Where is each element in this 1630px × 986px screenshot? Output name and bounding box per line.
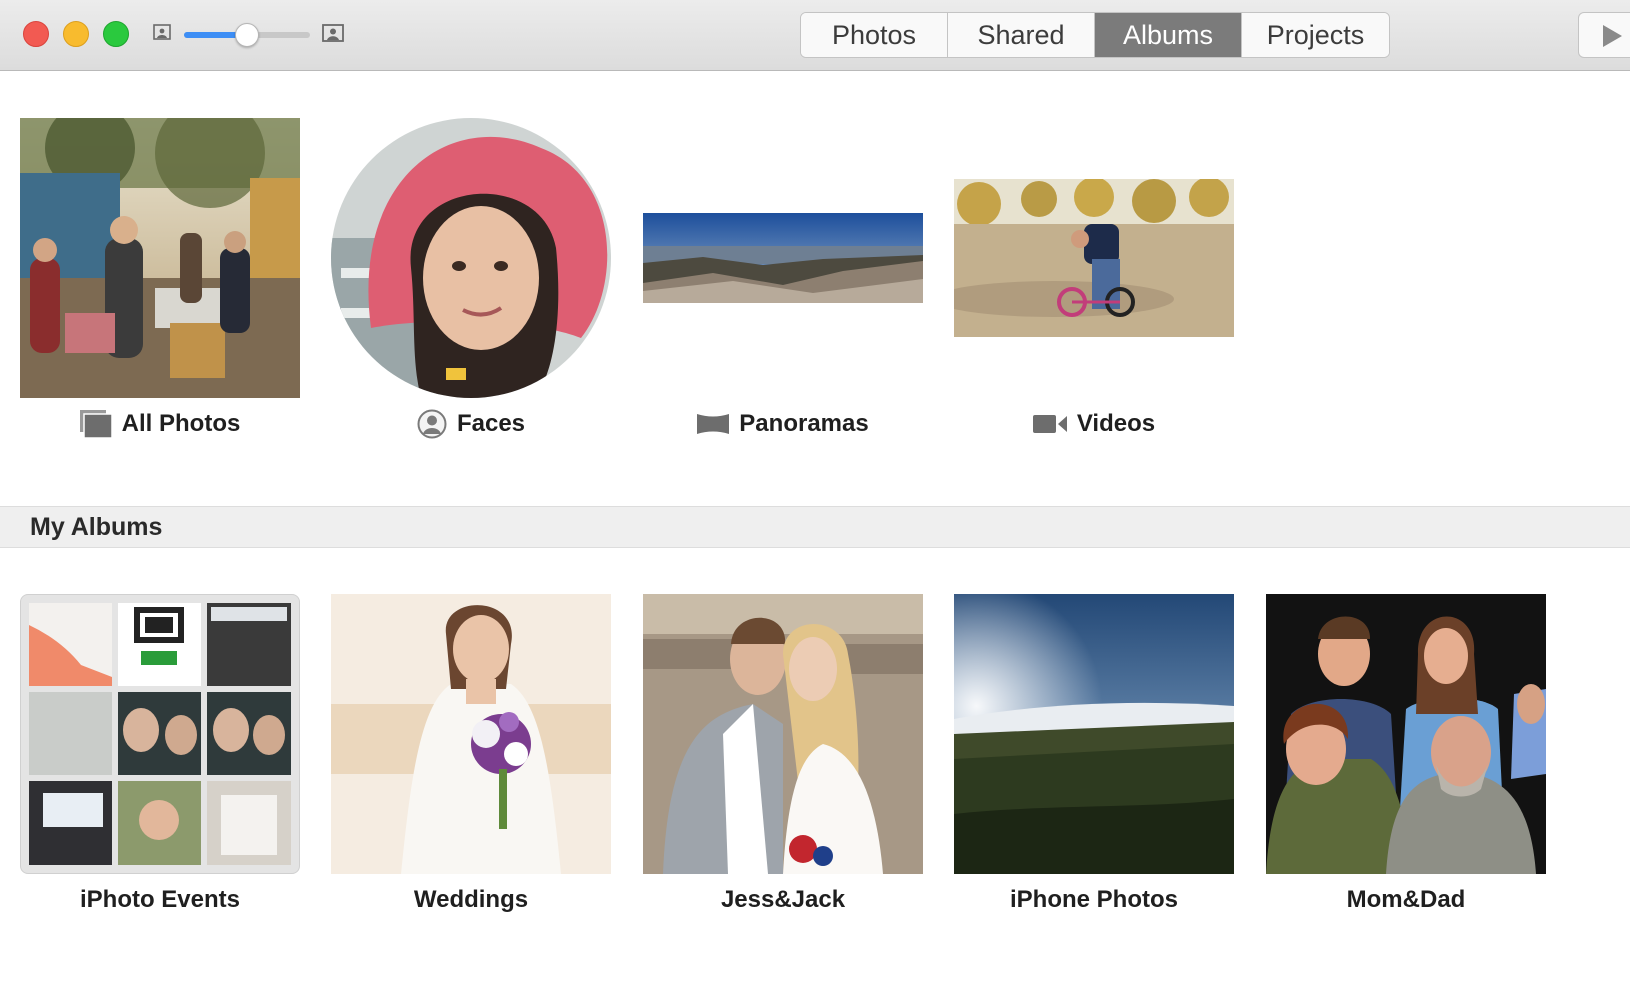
album-title: Panoramas — [739, 410, 869, 437]
album-label-videos: Videos — [954, 407, 1234, 441]
album-thumbnail-iphone-photos[interactable] — [954, 594, 1234, 874]
album-title: Videos — [1076, 410, 1156, 437]
album-title: Weddings — [413, 886, 529, 913]
album-label-iphoto-events: iPhoto Events — [20, 883, 300, 917]
section-title: My Albums — [30, 513, 163, 541]
tab-albums[interactable]: Albums — [1095, 13, 1242, 57]
album-thumbnail-faces[interactable] — [331, 118, 611, 398]
album-thumbnail-jess-jack[interactable] — [643, 594, 923, 874]
album-thumbnail-panoramas[interactable] — [643, 213, 923, 303]
photo-stack-icon — [79, 410, 113, 439]
album-label-iphone-photos: iPhone Photos — [954, 883, 1234, 917]
large-thumbnail-icon — [322, 24, 344, 47]
window-toolbar: Photos Shared Albums Projects — [0, 0, 1630, 71]
person-circle-icon — [417, 409, 447, 439]
album-title: Jess&Jack — [720, 886, 846, 913]
close-window-button[interactable] — [23, 21, 49, 47]
album-thumbnail-all-photos[interactable] — [20, 118, 300, 398]
minimize-window-button[interactable] — [63, 21, 89, 47]
zoom-window-button[interactable] — [103, 21, 129, 47]
album-title: All Photos — [121, 410, 241, 437]
album-label-panoramas: Panoramas — [643, 407, 923, 441]
panorama-icon — [697, 414, 730, 434]
album-label-weddings: Weddings — [331, 883, 611, 917]
album-label-faces: Faces — [331, 407, 611, 441]
album-title: iPhoto Events — [79, 886, 241, 913]
album-label-mom-dad: Mom&Dad — [1266, 883, 1546, 917]
play-icon — [1603, 25, 1622, 47]
album-thumbnail-videos[interactable] — [954, 179, 1234, 337]
album-thumbnail-iphoto-events[interactable] — [20, 594, 300, 874]
album-label-all-photos: All Photos — [20, 407, 300, 441]
tab-shared[interactable]: Shared — [948, 13, 1095, 57]
view-tab-bar: Photos Shared Albums Projects — [800, 12, 1390, 58]
album-title: Faces — [456, 410, 526, 437]
album-thumbnail-weddings[interactable] — [331, 594, 611, 874]
zoom-slider-knob[interactable] — [235, 23, 259, 47]
video-camera-icon — [1032, 414, 1067, 434]
tab-projects[interactable]: Projects — [1242, 13, 1389, 57]
section-header-my-albums: My Albums — [0, 506, 1630, 548]
album-title: Mom&Dad — [1346, 886, 1466, 913]
slideshow-play-button[interactable] — [1578, 12, 1630, 58]
tab-photos[interactable]: Photos — [801, 13, 948, 57]
album-label-jess-jack: Jess&Jack — [643, 883, 923, 917]
small-thumbnail-icon — [153, 24, 171, 45]
zoom-slider[interactable] — [184, 23, 310, 47]
album-title: iPhone Photos — [1010, 886, 1178, 913]
album-thumbnail-mom-dad[interactable] — [1266, 594, 1546, 874]
